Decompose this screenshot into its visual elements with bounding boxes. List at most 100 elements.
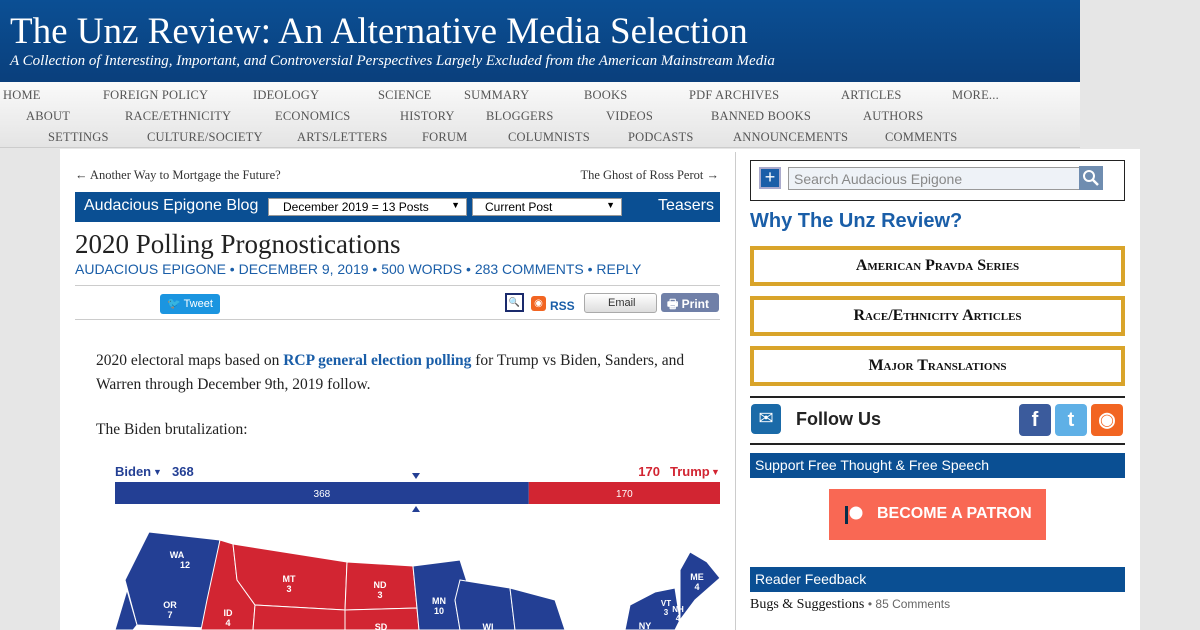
nav-bloggers[interactable]: BLOGGERS — [486, 109, 554, 124]
nav-columnists[interactable]: COLUMNISTS — [508, 130, 590, 145]
print-icon: 🖶 — [667, 297, 679, 311]
state-label-sd: SD — [375, 622, 388, 630]
site-header: The Unz Review: An Alternative Media Sel… — [0, 0, 1080, 82]
state-label-ny: NY — [639, 621, 652, 630]
nav-banned-books[interactable]: BANNED BOOKS — [711, 109, 811, 124]
nav-home[interactable]: HOME — [3, 88, 41, 103]
state-mi[interactable] — [509, 587, 566, 630]
envelope-icon[interactable]: ✉ — [751, 404, 781, 434]
nav-articles[interactable]: ARTICLES — [841, 88, 902, 103]
zoom-icon[interactable]: 🔍 — [505, 293, 524, 312]
month-select[interactable]: December 2019 = 13 Posts ▼ — [268, 198, 467, 216]
nav-announcements[interactable]: ANNOUNCEMENTS — [733, 130, 848, 145]
state-me[interactable] — [679, 551, 720, 622]
nav-comments[interactable]: COMMENTS — [885, 130, 957, 145]
nav-foreign-policy[interactable]: FOREIGN POLICY — [103, 88, 208, 103]
state-label-or: OR — [163, 600, 177, 610]
rcp-polling-link[interactable]: RCP general election polling — [283, 352, 471, 369]
feature-major-translations[interactable]: Major Translations — [750, 346, 1125, 386]
state-label-nh: NH — [672, 605, 684, 614]
nav-settings[interactable]: SETTINGS — [48, 130, 109, 145]
dem-total: 368 — [172, 464, 194, 479]
state-label-wi: WI — [483, 622, 494, 630]
state-wy[interactable] — [252, 604, 346, 630]
nav-history[interactable]: HISTORY — [400, 109, 455, 124]
nav-more[interactable]: MORE... — [952, 88, 999, 103]
state-label-mt: MT — [283, 574, 296, 584]
rss-icon[interactable]: ◉ — [531, 296, 546, 311]
site-tagline: A Collection of Interesting, Important, … — [10, 53, 775, 69]
nav-forum[interactable]: FORUM — [422, 130, 467, 145]
blog-bar: Audacious Epigone Blog December 2019 = 1… — [75, 192, 720, 222]
reader-feedback-bar: Reader Feedback — [750, 567, 1125, 592]
state-label-nd: ND — [374, 580, 387, 590]
previous-post-link[interactable]: ← Another Way to Mortgage the Future? — [75, 168, 281, 183]
dem-candidate-label[interactable]: Biden — [115, 464, 151, 479]
state-ev-id: 4 — [225, 618, 230, 628]
rss-link[interactable]: RSS — [550, 299, 575, 313]
facebook-icon[interactable]: f — [1019, 404, 1051, 436]
bugs-suggestions-link[interactable]: Bugs & Suggestions — [750, 597, 864, 612]
post-paragraph-1: 2020 electoral maps based on RCP general… — [96, 349, 706, 397]
feature-race-ethnicity[interactable]: Race/Ethnicity Articles — [750, 296, 1125, 336]
chevron-down-icon: ▼ — [606, 200, 615, 210]
main-nav: HOME FOREIGN POLICY IDEOLOGY SCIENCE SUM… — [0, 82, 1080, 148]
feature-american-pravda[interactable]: American Pravda Series — [750, 246, 1125, 286]
chevron-down-icon: ▼ — [451, 200, 460, 210]
print-label: Print — [681, 297, 710, 311]
why-unz-link[interactable]: Why The Unz Review? — [750, 210, 962, 233]
nav-podcasts[interactable]: PODCASTS — [628, 130, 694, 145]
patreon-icon — [845, 506, 863, 524]
tweet-button[interactable]: 🐦 Tweet — [160, 294, 220, 314]
rep-total: 170 — [638, 464, 660, 479]
paragraph-text: 2020 electoral maps based on — [96, 352, 284, 369]
nav-science[interactable]: SCIENCE — [378, 88, 432, 103]
tweet-label: Tweet — [183, 298, 213, 310]
sidebar-search: + — [750, 160, 1125, 201]
post-byline[interactable]: AUDACIOUS EPIGONE • DECEMBER 9, 2019 • 5… — [75, 261, 641, 277]
nav-economics[interactable]: ECONOMICS — [275, 109, 350, 124]
search-icon — [1083, 170, 1099, 186]
rep-candidate-label[interactable]: Trump — [670, 464, 710, 479]
nav-culture-society[interactable]: CULTURE/SOCIETY — [147, 130, 263, 145]
state-ev-me: 4 — [694, 582, 699, 592]
site-title[interactable]: The Unz Review: An Alternative Media Sel… — [10, 10, 748, 53]
post-paragraph-2: The Biden brutalization: — [96, 421, 248, 438]
chevron-down-icon: ▼ — [711, 467, 720, 477]
follow-us-row: ✉ Follow Us f t ◉ — [750, 396, 1125, 445]
print-button[interactable]: 🖶 Print — [661, 293, 719, 312]
nav-books[interactable]: BOOKS — [584, 88, 627, 103]
state-label-vt: VT — [661, 599, 671, 608]
nav-videos[interactable]: VIDEOS — [606, 109, 653, 124]
nav-race-ethnicity[interactable]: RACE/ETHNICITY — [125, 109, 231, 124]
midpoint-marker-top — [412, 473, 420, 479]
state-label-id: ID — [224, 608, 234, 618]
post-select[interactable]: Current Post ▼ — [472, 198, 622, 216]
nav-authors[interactable]: AUTHORS — [863, 109, 923, 124]
nav-ideology[interactable]: IDEOLOGY — [253, 88, 319, 103]
search-input[interactable] — [788, 167, 1080, 190]
email-button[interactable]: Email — [584, 293, 657, 313]
nav-summary[interactable]: SUMMARY — [464, 88, 529, 103]
plus-icon[interactable]: + — [759, 167, 781, 189]
state-ev-wa: 12 — [180, 560, 190, 570]
electoral-map-svg: Biden ▼ 368 170 Trump ▼ 368 170 WA 12 OR… — [115, 464, 720, 630]
next-post-link[interactable]: The Ghost of Ross Perot → — [580, 168, 719, 183]
month-select-value: December 2019 = 13 Posts — [283, 200, 429, 214]
become-patron-button[interactable]: BECOME A PATRON — [829, 489, 1046, 540]
search-button[interactable] — [1079, 166, 1103, 190]
column-divider — [735, 152, 736, 630]
nav-about[interactable]: ABOUT — [26, 109, 70, 124]
nav-arts-letters[interactable]: ARTS/LETTERS — [297, 130, 388, 145]
nav-pdf-archives[interactable]: PDF ARCHIVES — [689, 88, 779, 103]
state-ev-or: 7 — [167, 610, 172, 620]
state-label-wa: WA — [170, 550, 185, 560]
email-label: Email — [608, 297, 636, 309]
rep-ev-bar-label: 170 — [616, 489, 633, 500]
electoral-map[interactable]: Biden ▼ 368 170 Trump ▼ 368 170 WA 12 OR… — [115, 460, 720, 630]
state-ev-vt: 3 — [664, 608, 669, 617]
twitter-icon[interactable]: t — [1055, 404, 1087, 436]
rss-icon[interactable]: ◉ — [1091, 404, 1123, 436]
blog-name[interactable]: Audacious Epigone Blog — [84, 197, 258, 215]
teasers-link[interactable]: Teasers — [658, 197, 714, 215]
